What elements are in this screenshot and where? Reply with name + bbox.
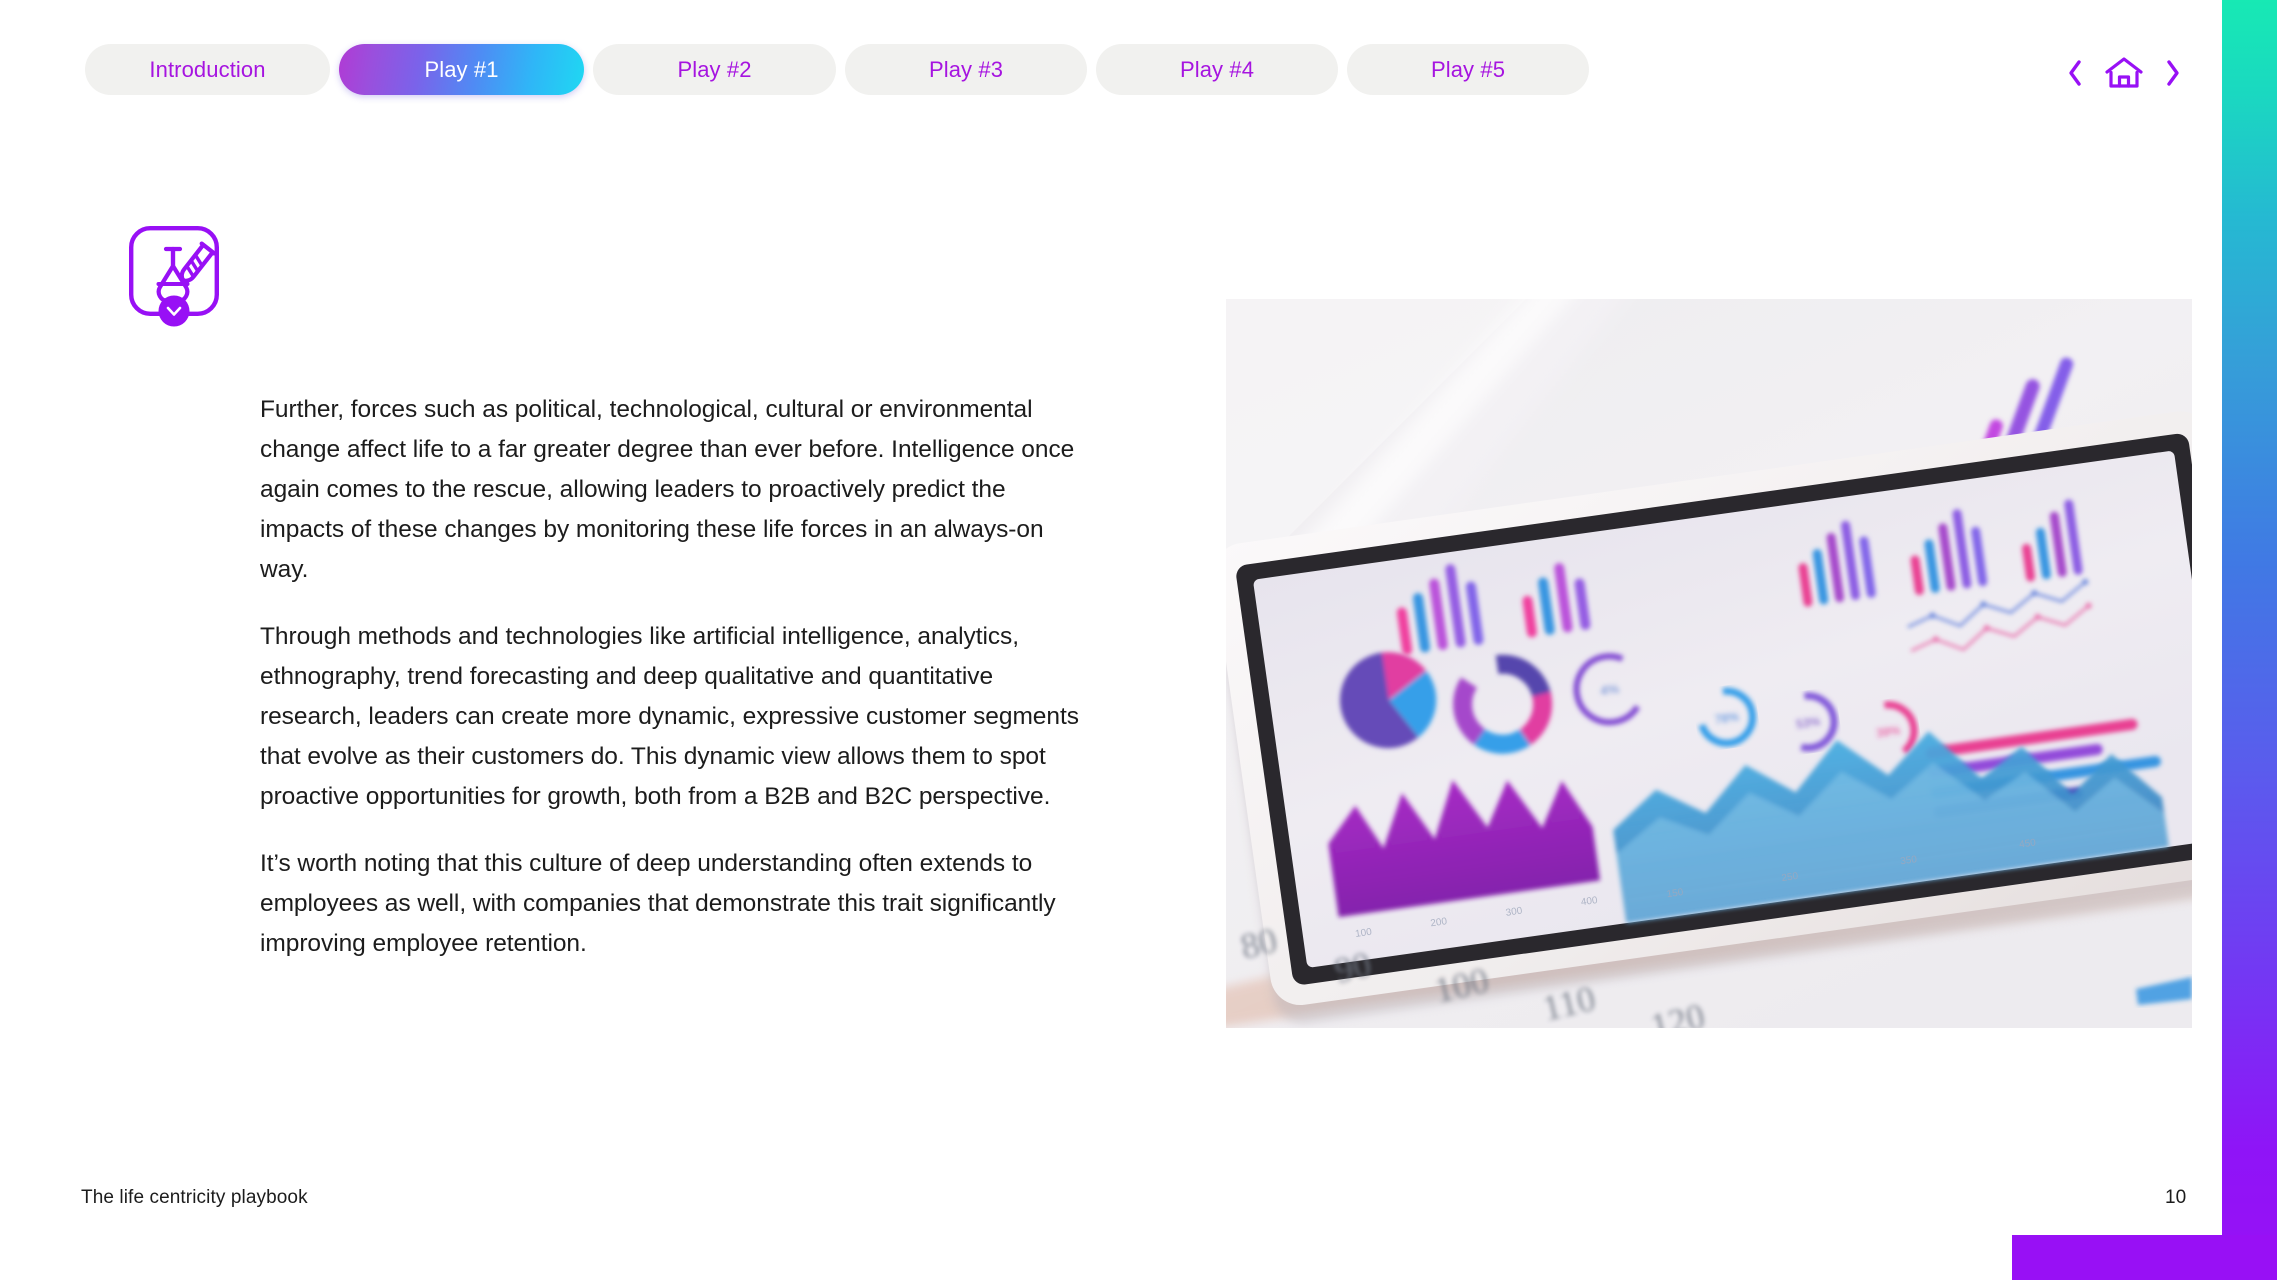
tab-label: Play #3 [928, 56, 1004, 82]
tab-introduction[interactable]: Introduction [85, 44, 330, 95]
previous-chevron-icon[interactable] [2067, 59, 2083, 87]
tab-bar: Introduction Play #1 Play #2 Play #3 Pla… [85, 44, 1589, 95]
tab-play-5[interactable]: Play #5 [1347, 44, 1589, 95]
footer-page-number: 10 [2165, 1187, 2187, 1208]
tab-play-4[interactable]: Play #4 [1096, 44, 1338, 95]
tab-play-2[interactable]: Play #2 [593, 44, 836, 95]
tab-label: Play #1 [424, 56, 499, 82]
flask-and-test-tube-icon [128, 225, 220, 327]
tab-play-1[interactable]: Play #1 [339, 44, 584, 95]
bottom-right-accent-bar [2012, 1235, 2277, 1280]
paragraph-1: Further, forces such as political, techn… [260, 396, 1075, 583]
tab-play-3[interactable]: Play #3 [845, 44, 1087, 95]
body-copy: Further, forces such as political, techn… [260, 390, 1080, 964]
home-icon[interactable] [2105, 56, 2143, 90]
tab-label: Play #5 [1430, 56, 1506, 82]
slide-root: Introduction Play #1 Play #2 Play #3 Pla… [0, 0, 2277, 1280]
right-edge-gradient-strip [2222, 0, 2277, 1280]
tab-label: Play #4 [1179, 56, 1255, 82]
tab-label: Introduction [149, 56, 266, 82]
analytics-tablet-photo: 4% 78% 53% 39% 100 200 300 400 150 250 3… [1226, 299, 2192, 1028]
top-navigation [2067, 56, 2181, 90]
tab-label: Play #2 [677, 56, 752, 82]
footer-title: The life centricity playbook [81, 1187, 308, 1208]
paragraph-3: It’s worth noting that this culture of d… [260, 850, 1056, 957]
next-chevron-icon[interactable] [2165, 59, 2181, 87]
paragraph-2: Through methods and technologies like ar… [260, 623, 1079, 810]
